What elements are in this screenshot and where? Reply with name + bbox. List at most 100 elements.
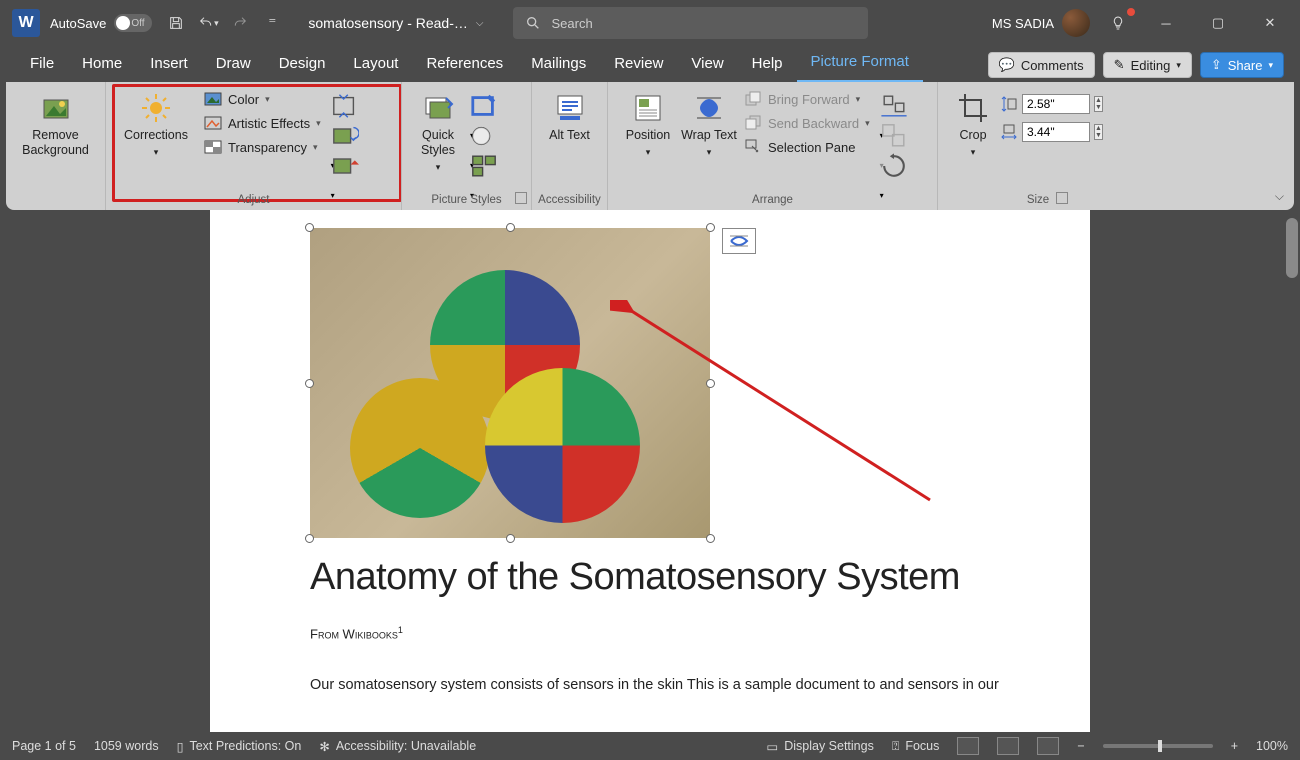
tab-file[interactable]: File (16, 47, 68, 82)
autosave-toggle[interactable]: AutoSave Off (50, 14, 152, 32)
tab-mailings[interactable]: Mailings (517, 47, 600, 82)
resize-handle[interactable] (305, 379, 314, 388)
resize-handle[interactable] (706, 223, 715, 232)
tab-home[interactable]: Home (68, 47, 136, 82)
save-icon[interactable] (163, 10, 189, 36)
artistic-effects-button[interactable]: Artistic Effects▾ (204, 114, 321, 132)
wrap-text-icon (693, 92, 725, 124)
comments-button[interactable]: 💬 Comments (988, 52, 1095, 78)
user-name: MS SADIA (992, 16, 1054, 31)
height-field[interactable]: ▲▼ (1000, 94, 1103, 114)
word-count[interactable]: 1059 words (94, 739, 159, 753)
wrap-text-button[interactable]: Wrap Text▾ (680, 86, 738, 158)
close-button[interactable]: ✕ (1250, 8, 1290, 38)
picture-border-icon[interactable]: ▾ (470, 92, 498, 114)
zoom-in-button[interactable]: + (1231, 739, 1238, 753)
width-field[interactable]: ▲▼ (1000, 122, 1103, 142)
color-button[interactable]: Color▾ (204, 90, 321, 108)
redo-icon[interactable] (227, 10, 253, 36)
resize-handle[interactable] (706, 534, 715, 543)
document-title: somatosensory - Read-… (308, 15, 468, 31)
search-placeholder: Search (551, 16, 592, 31)
resize-handle[interactable] (305, 534, 314, 543)
height-input[interactable] (1022, 94, 1090, 114)
tab-help[interactable]: Help (738, 47, 797, 82)
ribbon: Remove Background Corrections▾ Color▾ Ar… (6, 82, 1294, 210)
vertical-scrollbar[interactable] (1286, 218, 1298, 278)
tab-picture-format[interactable]: Picture Format (797, 45, 923, 82)
text-predictions-status[interactable]: ▯ Text Predictions: On (177, 739, 302, 754)
group-icon[interactable]: ▾ (880, 122, 908, 144)
undo-icon[interactable]: ▾ (195, 10, 221, 36)
corrections-button[interactable]: Corrections▾ (114, 86, 198, 158)
align-icon[interactable]: ▾ (880, 92, 908, 114)
quick-styles-button[interactable]: Quick Styles▾ (410, 86, 466, 173)
resize-handle[interactable] (506, 534, 515, 543)
width-input[interactable] (1022, 122, 1090, 142)
bring-forward-icon (744, 90, 762, 108)
size-group-label: Size (938, 194, 1138, 206)
resize-handle[interactable] (305, 223, 314, 232)
document-subheading: From Wikibooks1 (310, 625, 1042, 641)
alt-text-icon (554, 92, 586, 124)
document-stage: Anatomy of the Somatosensory System From… (0, 210, 1300, 732)
title-dropdown-icon[interactable]: ⌵ (476, 18, 484, 29)
read-mode-icon[interactable] (957, 737, 979, 755)
lightbulb-icon[interactable] (1105, 10, 1131, 36)
transparency-icon (204, 138, 222, 156)
picture-effects-icon[interactable]: ▾ (470, 122, 498, 144)
tab-design[interactable]: Design (265, 47, 340, 82)
layout-options-icon[interactable] (722, 228, 756, 254)
compress-pictures-icon[interactable] (331, 92, 359, 114)
remove-background-button[interactable]: Remove Background (14, 86, 97, 158)
tab-review[interactable]: Review (600, 47, 677, 82)
minimize-button[interactable]: ─ (1146, 8, 1186, 38)
width-icon (1000, 123, 1018, 141)
collapse-ribbon-icon[interactable]: ⌵ (1275, 189, 1284, 204)
picture-styles-launcher[interactable] (515, 192, 527, 204)
transparency-button[interactable]: Transparency▾ (204, 138, 321, 156)
reset-picture-icon[interactable]: ▾ (331, 152, 359, 174)
tab-references[interactable]: References (412, 47, 517, 82)
position-button[interactable]: Position▾ (616, 86, 680, 158)
alt-text-button[interactable]: Alt Text (540, 86, 599, 143)
editing-mode-button[interactable]: ✎ Editing ▾ (1103, 52, 1192, 78)
focus-mode[interactable]: ⍰ Focus (892, 739, 940, 754)
annotation-arrow (610, 300, 950, 520)
zoom-out-button[interactable]: − (1077, 739, 1084, 753)
send-backward-button[interactable]: Send Backward▾ (744, 114, 870, 132)
height-spinner[interactable]: ▲▼ (1094, 96, 1103, 112)
bring-forward-button[interactable]: Bring Forward▾ (744, 90, 870, 108)
accessibility-status[interactable]: ✻ Accessibility: Unavailable (319, 739, 476, 754)
share-button[interactable]: ⇪ Share ▾ (1200, 52, 1284, 78)
artistic-icon (204, 114, 222, 132)
height-icon (1000, 95, 1018, 113)
change-picture-icon[interactable]: ▾ (331, 122, 359, 144)
search-icon (525, 15, 541, 31)
tab-layout[interactable]: Layout (339, 47, 412, 82)
user-account[interactable]: MS SADIA (992, 9, 1090, 37)
zoom-level[interactable]: 100% (1256, 739, 1288, 753)
maximize-button[interactable]: ▢ (1198, 8, 1238, 38)
search-input[interactable]: Search (513, 7, 868, 39)
color-icon (204, 90, 222, 108)
display-settings[interactable]: ▭ Display Settings (766, 739, 873, 754)
width-spinner[interactable]: ▲▼ (1094, 124, 1103, 140)
picture-layout-icon[interactable]: ▾ (470, 152, 498, 174)
rotate-icon[interactable]: ▾ (880, 152, 908, 174)
zoom-slider[interactable] (1103, 744, 1213, 748)
qat-more-icon[interactable]: ⁼ (259, 10, 285, 36)
crop-button[interactable]: Crop▾ (946, 86, 1000, 158)
print-layout-icon[interactable] (997, 737, 1019, 755)
status-bar: Page 1 of 5 1059 words ▯ Text Prediction… (0, 732, 1300, 760)
web-layout-icon[interactable] (1037, 737, 1059, 755)
size-launcher[interactable] (1056, 192, 1068, 204)
tab-insert[interactable]: Insert (136, 47, 202, 82)
toggle-switch[interactable]: Off (114, 14, 152, 32)
resize-handle[interactable] (506, 223, 515, 232)
selection-pane-icon (744, 138, 762, 156)
tab-view[interactable]: View (677, 47, 737, 82)
page-indicator[interactable]: Page 1 of 5 (12, 739, 76, 753)
tab-draw[interactable]: Draw (202, 47, 265, 82)
selection-pane-button[interactable]: Selection Pane (744, 138, 870, 156)
